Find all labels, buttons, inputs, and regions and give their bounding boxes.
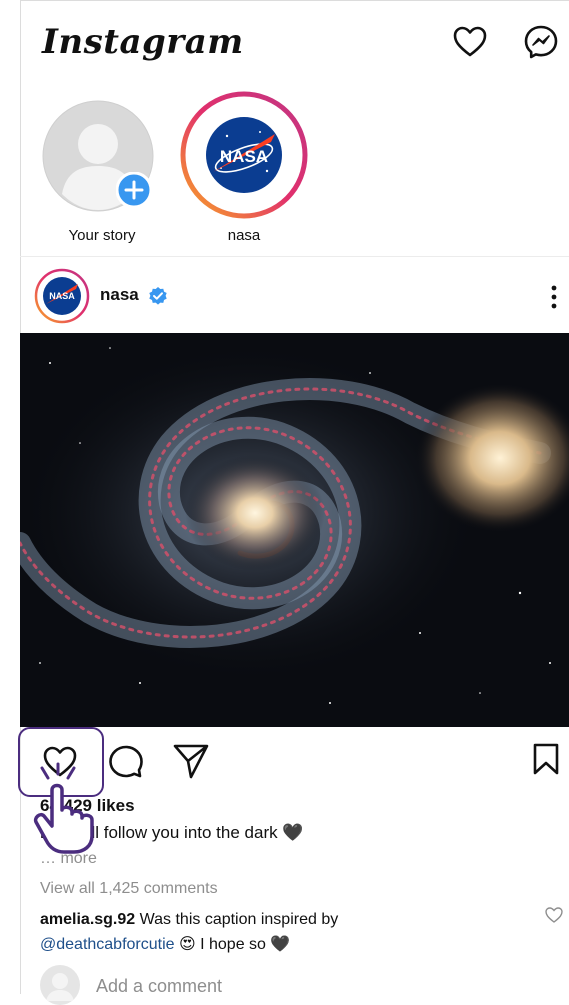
share-send-icon[interactable]	[172, 742, 210, 780]
commenter-avatar	[40, 965, 80, 1005]
heart-icon[interactable]	[452, 24, 488, 60]
story-nasa[interactable]: NASA nasa	[179, 90, 309, 250]
verified-badge-icon	[149, 287, 167, 305]
instagram-logo[interactable]: Instagram	[42, 22, 244, 62]
post-options-icon[interactable]	[549, 284, 559, 310]
comment-text-before: Was this caption inspired by	[135, 911, 339, 928]
post-image-galaxy[interactable]	[20, 333, 569, 727]
comment-username[interactable]: amelia.sg.92	[40, 911, 135, 928]
story-label-your-story: Your story	[68, 227, 136, 244]
comment-text-after: 😍 I hope so 🖤	[174, 936, 291, 953]
comment-icon[interactable]	[108, 744, 144, 780]
post-avatar-nasa[interactable]: NASA	[34, 268, 90, 324]
top-comment: amelia.sg.92 Was this caption inspired b…	[40, 907, 520, 957]
tap-hand-cursor-icon	[33, 762, 94, 854]
svg-text:NASA: NASA	[220, 147, 268, 166]
caption-text: I'll follow you into the dark 🖤	[83, 823, 304, 842]
view-all-comments-link[interactable]: View all 1,425 comments	[40, 880, 218, 898]
default-avatar-icon	[46, 973, 74, 1001]
save-bookmark-icon[interactable]	[532, 742, 560, 776]
nasa-logo-icon: NASA	[206, 117, 282, 193]
messenger-icon[interactable]	[523, 24, 559, 60]
story-your-story[interactable]: Your story	[42, 100, 154, 250]
comment-mention[interactable]: @deathcabforcutie	[40, 936, 175, 953]
comment-like-heart-icon[interactable]	[544, 905, 564, 925]
svg-text:NASA: NASA	[49, 291, 75, 301]
add-story-icon[interactable]	[116, 172, 152, 208]
stories-divider	[20, 256, 569, 257]
story-label-nasa: nasa	[227, 227, 261, 244]
post-username[interactable]: nasa	[100, 285, 139, 305]
galaxy-illustration	[20, 333, 569, 727]
